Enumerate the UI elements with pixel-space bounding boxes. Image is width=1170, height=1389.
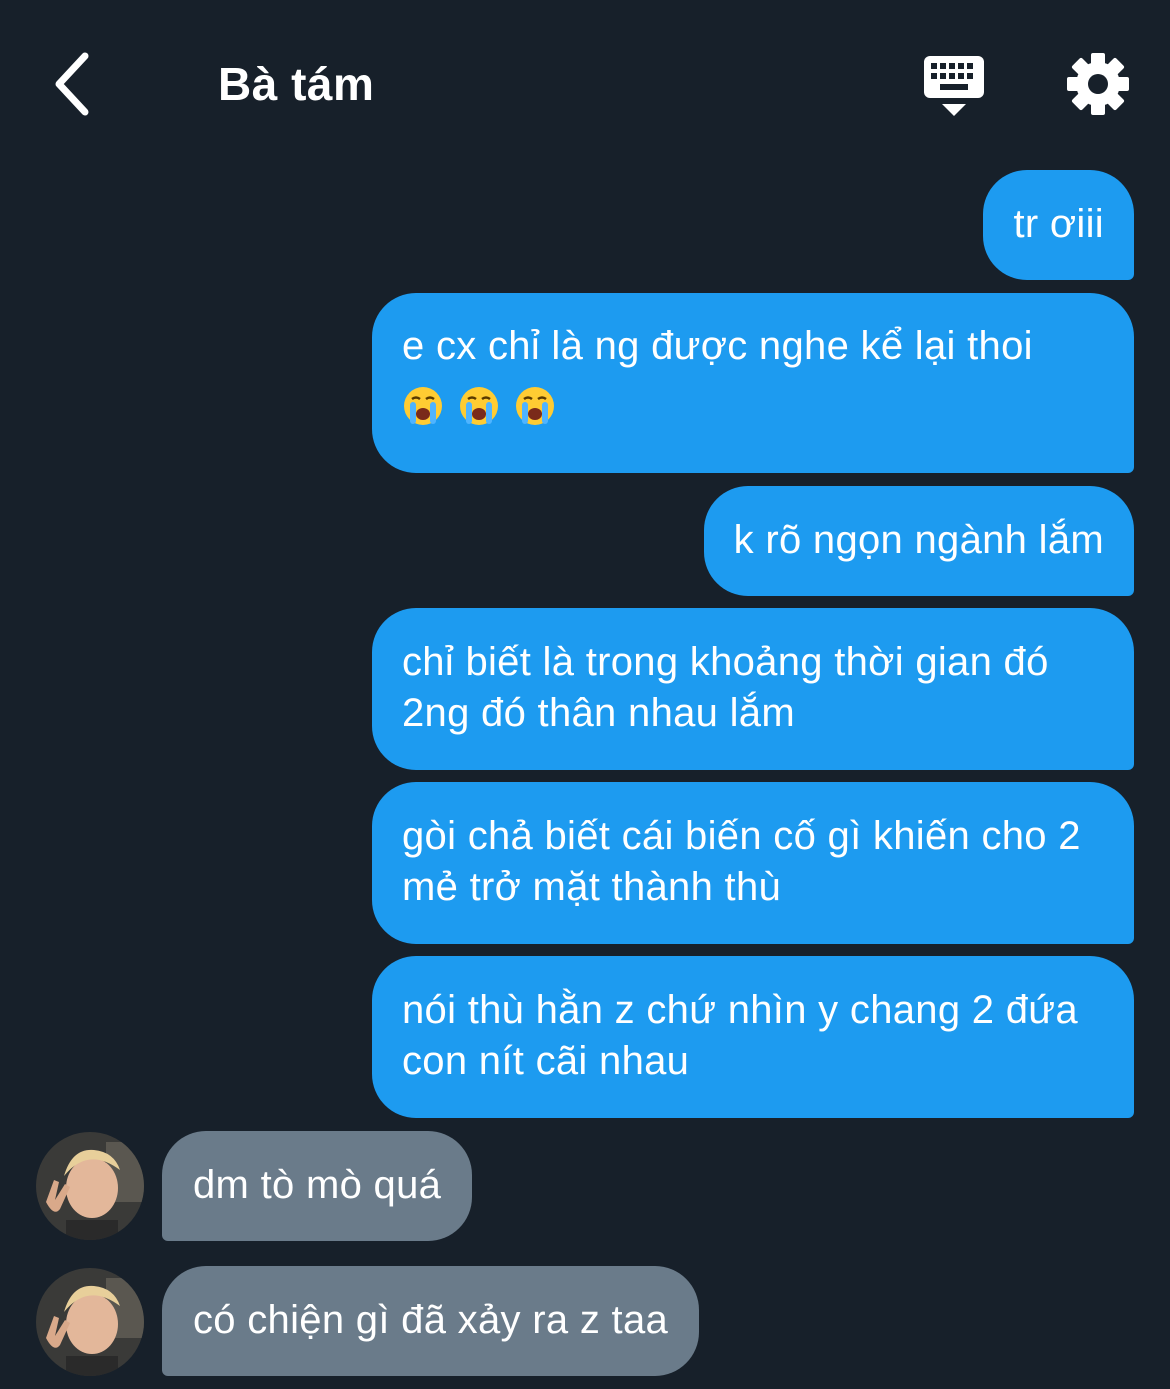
message-bubble-outgoing[interactable]: e cx chỉ là ng được nghe kể lại thoi: [372, 293, 1134, 473]
settings-button[interactable]: [1064, 50, 1132, 118]
crying-face-emoji: [516, 387, 554, 425]
message-bubble-outgoing[interactable]: k rõ ngọn ngành lắm: [703, 486, 1134, 596]
back-button[interactable]: [36, 44, 106, 124]
message-text: e cx chỉ là ng được nghe kể lại thoi: [402, 324, 1033, 368]
avatar-image: [36, 1132, 144, 1240]
crying-face-emoji: [404, 387, 442, 425]
message-text: chỉ biết là trong khoảng thời gian đó 2n…: [402, 640, 1049, 735]
avatar[interactable]: [36, 1132, 144, 1240]
chat-header: Bà tám: [0, 0, 1170, 160]
message-bubble-outgoing[interactable]: nói thù hằn z chứ nhìn y chang 2 đứa con…: [372, 956, 1134, 1118]
keyboard-hide-icon: [924, 56, 984, 116]
message-text: k rõ ngọn ngành lắm: [733, 518, 1104, 562]
message-text: có chiện gì đã xảy ra z taa: [193, 1298, 669, 1342]
keyboard-toggle-button[interactable]: [918, 52, 990, 118]
gear-icon: [1067, 53, 1129, 115]
message-bubble-outgoing[interactable]: tr ơiii: [983, 170, 1134, 280]
message-text: nói thù hằn z chứ nhìn y chang 2 đứa con…: [402, 988, 1078, 1083]
message-text: gòi chả biết cái biến cố gì khiến cho 2 …: [402, 814, 1081, 909]
avatar[interactable]: [36, 1268, 144, 1376]
message-text: dm tò mò quá: [193, 1163, 442, 1207]
message-bubble-outgoing[interactable]: gòi chả biết cái biến cố gì khiến cho 2 …: [372, 782, 1134, 944]
message-text: tr ơiii: [1013, 202, 1104, 246]
chat-title: Bà tám: [218, 58, 375, 110]
avatar-image: [36, 1268, 144, 1376]
emoji-row: [402, 384, 1104, 428]
message-bubble-incoming[interactable]: có chiện gì đã xảy ra z taa: [162, 1266, 700, 1376]
message-bubble-outgoing[interactable]: chỉ biết là trong khoảng thời gian đó 2n…: [372, 608, 1134, 770]
crying-face-emoji: [460, 387, 498, 425]
message-bubble-incoming[interactable]: dm tò mò quá: [162, 1131, 473, 1241]
chevron-left-icon: [55, 52, 89, 116]
